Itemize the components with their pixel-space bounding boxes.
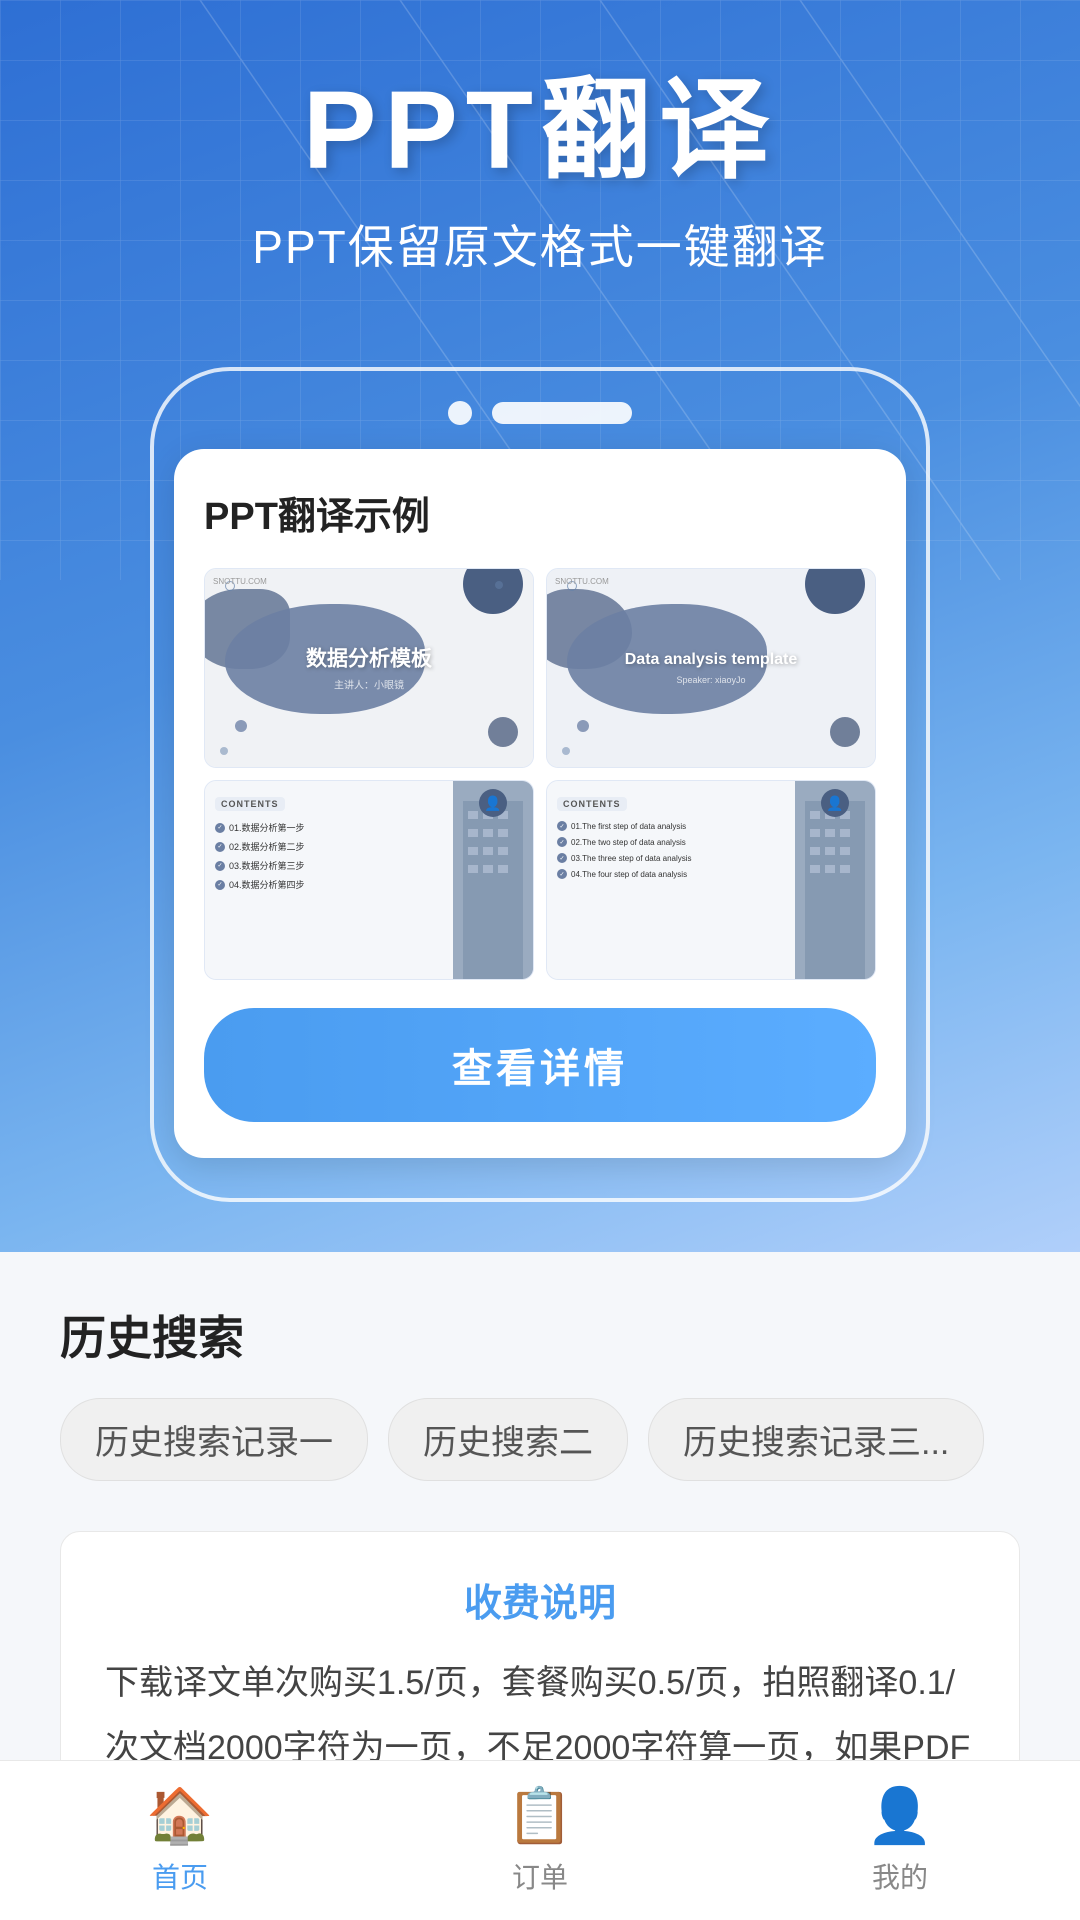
phone-card: PPT翻译示例 SNOTTU.COM	[174, 449, 906, 1158]
slide-1: SNOTTU.COM 数据分析模板 主讲人：小眼镜	[204, 568, 534, 768]
page: PPT翻译 PPT保留原文格式一键翻译 PPT翻译示例 SNOTTU.COM	[0, 0, 1080, 1920]
slide2-small-text: SNOTTU.COM	[555, 577, 609, 586]
nav-label-orders: 订单	[512, 1856, 568, 1896]
orders-icon: 📋	[506, 1785, 573, 1848]
history-tag-3[interactable]: 历史搜索记录三...	[648, 1398, 984, 1481]
slide2-title: Data analysis template	[611, 650, 811, 671]
slide2-sub: Speaker: xiaoyJo	[611, 675, 811, 685]
bottom-nav: 🏠 首页 📋 订单 👤 我的	[0, 1760, 1080, 1920]
nav-item-profile[interactable]: 👤 我的	[866, 1785, 933, 1896]
history-tags: 历史搜索记录一 历史搜索二 历史搜索记录三...	[60, 1398, 1020, 1481]
slide3-tag: CONTENTS	[215, 797, 285, 811]
nav-item-home[interactable]: 🏠 首页	[146, 1785, 213, 1896]
slide3-item2: 02.数据分析第二步	[215, 840, 439, 853]
slide1-sub: 主讲人：小眼镜	[306, 677, 432, 692]
history-tag-1[interactable]: 历史搜索记录一	[60, 1398, 368, 1481]
slide4-item4: 04.The four step of data analysis	[557, 869, 781, 879]
history-title: 历史搜索	[60, 1302, 1020, 1368]
slide4-item2: 02.The two step of data analysis	[557, 837, 781, 847]
card-title: PPT翻译示例	[204, 485, 876, 540]
slide4-tag: CONTENTS	[557, 797, 627, 811]
slide4-item3: 03.The three step of data analysis	[557, 853, 781, 863]
slide3-item4: 04.数据分析第四步	[215, 878, 439, 891]
history-tag-2[interactable]: 历史搜索二	[388, 1398, 628, 1481]
slide-3: CONTENTS 01.数据分析第一步 02.数据分析第二步	[204, 780, 534, 980]
profile-icon: 👤	[866, 1785, 933, 1848]
sub-title: PPT保留原文格式一键翻译	[252, 211, 827, 277]
nav-label-profile: 我的	[872, 1856, 928, 1896]
phone-dot	[448, 401, 472, 425]
slide3-item3: 03.数据分析第三步	[215, 859, 439, 872]
header: PPT翻译 PPT保留原文格式一键翻译	[0, 0, 1080, 277]
nav-item-orders[interactable]: 📋 订单	[506, 1785, 573, 1896]
slide1-title: 数据分析模板	[306, 643, 432, 673]
pricing-title: 收费说明	[105, 1572, 975, 1627]
history-section: 历史搜索 历史搜索记录一 历史搜索二 历史搜索记录三...	[60, 1302, 1020, 1481]
slide4-item1: 01.The first step of data analysis	[557, 821, 781, 831]
phone-speaker	[492, 402, 632, 424]
slide-4: CONTENTS 01.The first step of data analy…	[546, 780, 876, 980]
slide-2: SNOTTU.COM Data analysis template Speake…	[546, 568, 876, 768]
slides-grid: SNOTTU.COM 数据分析模板 主讲人：小眼镜	[204, 568, 876, 980]
slide1-small-text: SNOTTU.COM	[213, 577, 267, 586]
home-icon: 🏠	[146, 1785, 213, 1848]
view-details-button[interactable]: 查看详情	[204, 1008, 876, 1122]
phone-mockup: PPT翻译示例 SNOTTU.COM	[150, 367, 930, 1202]
main-title: PPT翻译	[303, 70, 777, 191]
slide3-item1: 01.数据分析第一步	[215, 821, 439, 834]
phone-top-bar	[174, 401, 906, 425]
nav-label-home: 首页	[152, 1856, 208, 1896]
